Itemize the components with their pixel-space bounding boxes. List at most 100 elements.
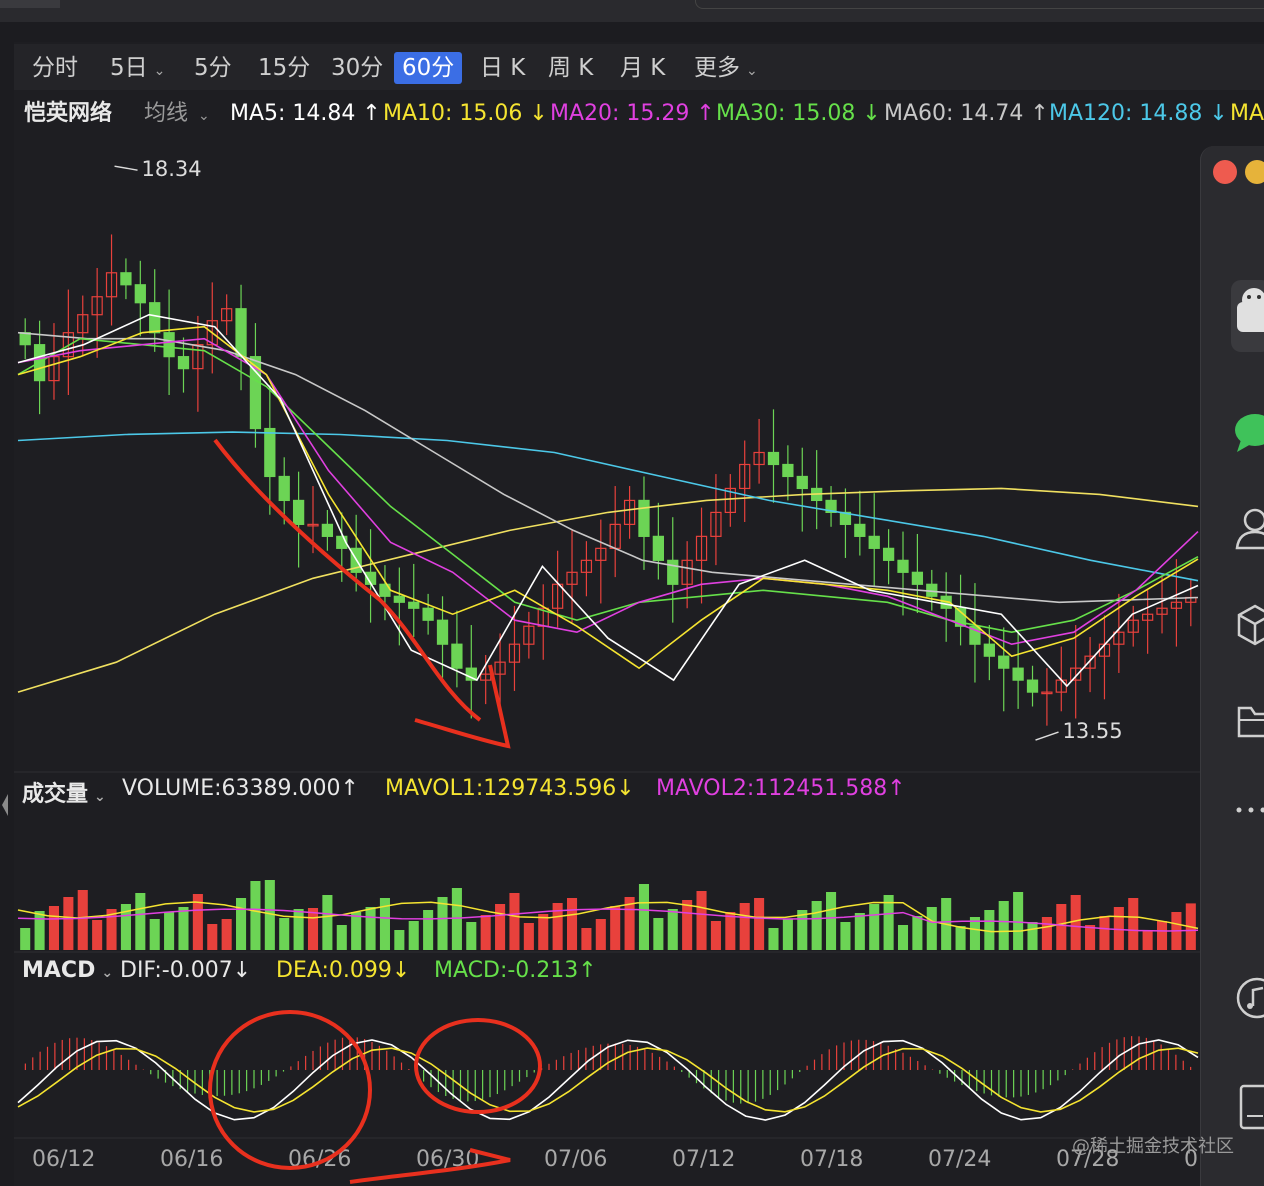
x-tick-label: 07/06 xyxy=(544,1147,607,1172)
candle-body xyxy=(868,535,880,549)
x-tick-label: 06/12 xyxy=(32,1147,95,1172)
folder-icon[interactable] xyxy=(1231,700,1264,744)
volume-bar xyxy=(998,901,1009,950)
volume-bar xyxy=(1156,921,1168,950)
cube-icon[interactable] xyxy=(1231,602,1264,650)
macd-value: MACD:-0.213↑ xyxy=(434,958,597,983)
volume-bar xyxy=(351,912,362,950)
macd-indicator-select[interactable]: MACD ⌄ xyxy=(22,958,113,983)
volume-bar xyxy=(653,918,664,950)
volume-bar xyxy=(840,922,851,950)
volume-bar xyxy=(1027,922,1038,950)
volume-bar xyxy=(509,893,520,950)
volume-bar xyxy=(566,898,578,950)
candle-body xyxy=(235,308,247,358)
volume-bar xyxy=(897,925,909,950)
candle-body xyxy=(408,601,420,609)
volume-bar xyxy=(92,920,103,950)
volume-bar xyxy=(495,904,506,950)
candle-body xyxy=(667,559,679,585)
more-icon[interactable] xyxy=(1231,800,1264,824)
watermark: @稀土掘金技术社区 xyxy=(1072,1136,1234,1157)
volume-bar xyxy=(1041,917,1052,950)
volume-indicator-select[interactable]: 成交量 ⌄ xyxy=(22,776,106,808)
volume-bar xyxy=(854,913,865,950)
volume-bar xyxy=(1099,916,1110,950)
volume-bar xyxy=(250,881,261,950)
music-icon[interactable] xyxy=(1231,976,1264,1024)
dea-value: DEA:0.099↓ xyxy=(276,958,411,983)
candle-body xyxy=(134,284,146,304)
candle-body xyxy=(120,272,132,286)
volume-bar xyxy=(164,912,175,950)
volume-bar xyxy=(725,912,736,950)
x-tick-label: 07/12 xyxy=(672,1147,735,1172)
kline-chart[interactable]: 18.3413.5506/12 06/16 06/26 06/30 07/06 07/12… xyxy=(0,0,1264,1186)
volume-bar xyxy=(365,907,376,950)
candle-body xyxy=(149,302,161,334)
candle-body xyxy=(278,475,290,502)
candle-body xyxy=(897,559,909,573)
document-icon[interactable] xyxy=(1231,1082,1264,1136)
volume-bar xyxy=(969,917,980,950)
volume-bar xyxy=(48,906,60,950)
volume-bar xyxy=(1142,930,1153,950)
volume-bar xyxy=(77,890,88,950)
volume-bar xyxy=(826,892,837,950)
volume-bar xyxy=(811,901,822,950)
volume-bar xyxy=(610,906,621,950)
volume-bar xyxy=(307,908,319,950)
volume-bar xyxy=(926,907,937,950)
volume-bar xyxy=(869,904,880,950)
chevron-down-icon: ⌄ xyxy=(94,789,106,805)
volume-bar xyxy=(667,909,678,950)
x-tick-label: 06/16 xyxy=(160,1147,223,1172)
volume-bar xyxy=(336,925,347,950)
candle-body xyxy=(321,523,334,537)
candle-body xyxy=(163,332,175,358)
candle-body xyxy=(854,523,866,537)
volume-bar xyxy=(1085,925,1096,950)
candle-body xyxy=(451,643,463,669)
volume-bar xyxy=(912,916,923,950)
volume-bar xyxy=(466,922,477,950)
volume-label: 成交量 xyxy=(22,782,89,807)
volume-bar xyxy=(221,919,232,950)
volume-bar xyxy=(739,903,750,950)
volume-bar xyxy=(34,911,45,950)
candle-body xyxy=(652,535,665,561)
minimize-window-icon[interactable] xyxy=(1245,160,1264,184)
mavol1-value: MAVOL1:129743.596↓ xyxy=(385,776,635,801)
candle-body xyxy=(264,427,276,478)
chat-icon[interactable] xyxy=(1231,412,1264,456)
candle-body xyxy=(292,499,305,525)
dif-value: DIF:-0.007↓ xyxy=(120,958,252,983)
candle-body xyxy=(911,571,924,585)
volume-bar xyxy=(782,919,793,950)
collapse-left-icon[interactable] xyxy=(0,790,10,820)
candle-body xyxy=(19,332,31,346)
android-icon[interactable] xyxy=(1231,280,1264,356)
volume-bar xyxy=(1056,904,1067,950)
candle-body xyxy=(782,463,794,478)
ma-line-ma250 xyxy=(17,487,1199,693)
user-icon[interactable] xyxy=(1231,506,1264,554)
volume-bar xyxy=(955,926,966,950)
candle-body xyxy=(393,595,405,603)
volume-bar xyxy=(638,884,650,950)
close-window-icon[interactable] xyxy=(1213,160,1237,184)
volume-bar xyxy=(538,914,549,950)
volume-bar xyxy=(423,910,434,950)
volume-bar xyxy=(523,923,534,950)
x-tick-label: 07/18 xyxy=(800,1147,863,1172)
volume-bar xyxy=(1113,907,1124,950)
volume-bar xyxy=(236,898,247,950)
volume-bar xyxy=(408,921,419,950)
mavol2-value: MAVOL2:112451.588↑ xyxy=(656,776,906,801)
candle-body xyxy=(767,451,780,466)
low-marker-arrow xyxy=(1035,731,1059,741)
x-tick-label: 07/24 xyxy=(928,1147,991,1172)
volume-bar xyxy=(63,897,74,950)
ma-line-ma120 xyxy=(17,431,1199,582)
volume-bar xyxy=(984,910,995,950)
